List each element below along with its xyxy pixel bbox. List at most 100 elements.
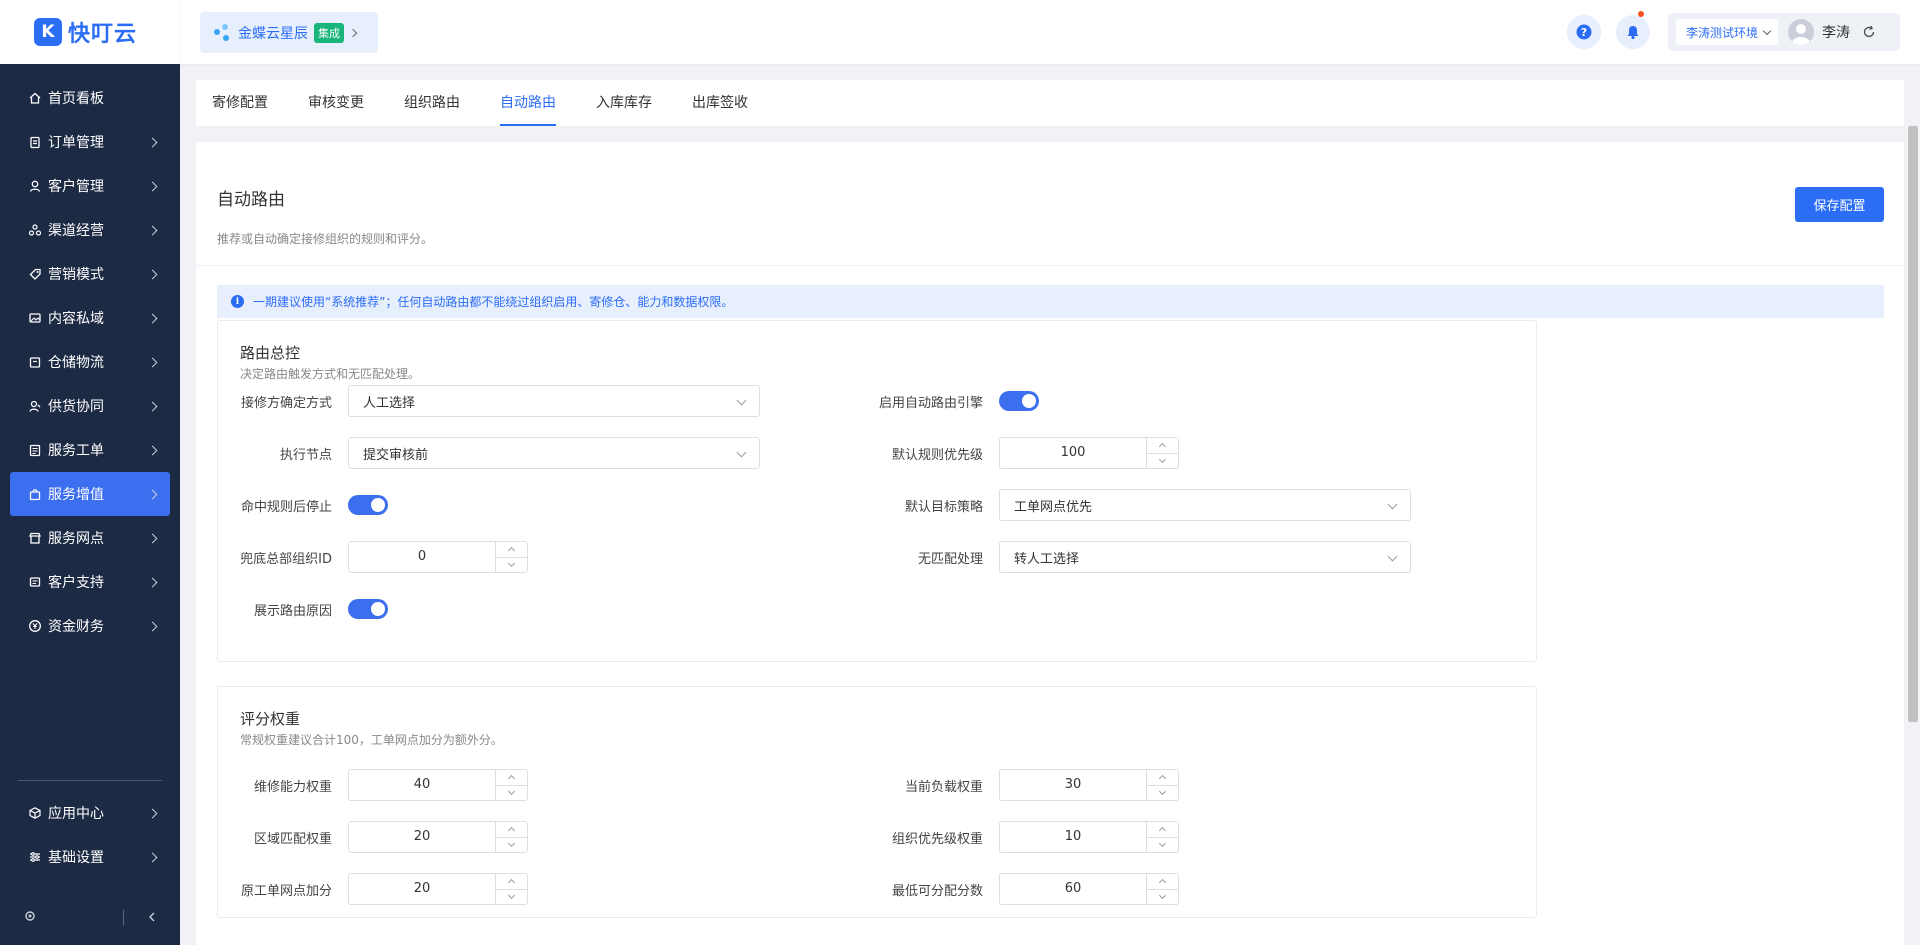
chevron-right-icon [147,269,158,279]
increment-button[interactable] [1147,822,1178,837]
page-description: 推荐或自动确定接修组织的规则和评分。 [217,232,434,246]
save-config-button[interactable]: 保存配置 [1795,187,1884,222]
sidebar-item-label: 基础设置 [48,850,104,866]
page-scrollbar[interactable] [1906,126,1920,722]
show-reason-toggle[interactable] [348,599,388,619]
sidebar-bottom-nav: 应用中心 基础设置 [0,791,180,879]
stepper [1146,770,1178,800]
tab-5[interactable]: 出库签收 [692,80,748,126]
app-name: 金蝶云星辰 [238,25,308,42]
field-label: 最低可分配分数 [891,883,983,899]
decrement-button[interactable] [496,888,527,905]
default-target-row: 默认目标策略 工单网点优先 [869,489,1411,521]
field-label: 无匹配处理 [917,551,983,567]
field-label: 默认规则优先级 [891,447,983,463]
tab-4[interactable]: 入库库存 [596,80,652,126]
input-value: 30 [1064,777,1082,792]
increment-button[interactable] [496,770,527,785]
sidebar-item-supplier[interactable]: 供货协同 [10,384,170,428]
org-priority-weight-input[interactable]: 10 [999,821,1179,853]
chevron-right-icon [147,357,158,367]
tab-3[interactable]: 自动路由 [500,80,556,126]
increment-button[interactable] [496,822,527,837]
logo[interactable]: K 快叮云 [0,0,180,64]
default-priority-input[interactable]: 100 [999,437,1179,469]
chevron-down-icon [1762,26,1772,35]
tab-2[interactable]: 组织路由 [404,80,460,126]
sidebar-item-label: 应用中心 [48,806,104,822]
increment-button[interactable] [496,874,527,889]
repairer-mode-select[interactable]: 人工选择 [348,385,760,417]
scrollbar-thumb[interactable] [1908,126,1918,722]
sidebar-item-settings[interactable]: 基础设置 [10,835,170,879]
region-weight-input[interactable]: 20 [348,821,528,853]
field-label: 原工单网点加分 [240,883,332,899]
app-switcher[interactable]: 金蝶云星辰 集成 [200,12,378,53]
decrement-button[interactable] [1147,452,1178,469]
decrement-button[interactable] [496,556,527,573]
help-button[interactable]: ? [1567,15,1601,49]
capability-weight-input[interactable]: 40 [348,769,528,801]
sidebar-item-support[interactable]: 客户支持 [10,560,170,604]
user-name[interactable]: 李涛 [1822,22,1850,42]
tab-0[interactable]: 寄修配置 [212,80,268,126]
increment-button[interactable] [1147,874,1178,889]
settings-icon [28,850,42,864]
sidebar-item-store[interactable]: 服务网点 [10,516,170,560]
env-select[interactable]: 李涛测试环境 [1676,19,1779,45]
load-weight-input[interactable]: 30 [999,769,1179,801]
sidebar-item-label: 服务增值 [48,487,104,503]
sidebar-item-workorder[interactable]: 服务工单 [10,428,170,472]
fallback-org-row: 兜底总部组织ID 0 [218,541,528,573]
decrement-button[interactable] [496,836,527,853]
no-match-select[interactable]: 转人工选择 [999,541,1411,573]
increment-button[interactable] [496,542,527,557]
chevron-down-icon [1387,551,1398,562]
decrement-button[interactable] [1147,784,1178,801]
avatar[interactable] [1788,19,1815,45]
routing-panel: 路由总控 决定路由触发方式和无匹配处理。 接修方确定方式 人工选择 执行节点 提… [217,320,1537,662]
sidebar-item-bag[interactable]: 服务增值 [10,472,170,516]
sidebar-item-channel[interactable]: 渠道经营 [10,208,170,252]
sidebar-item-image[interactable]: 内容私域 [10,296,170,340]
main-content: 自动路由 推荐或自动确定接修组织的规则和评分。 保存配置 i 一期建议使用“系统… [196,142,1904,945]
sidebar-item-yen[interactable]: 资金财务 [10,604,170,648]
sidebar-divider [18,780,162,781]
default-target-select[interactable]: 工单网点优先 [999,489,1411,521]
refresh-icon[interactable] [1862,25,1876,39]
decrement-button[interactable] [1147,888,1178,905]
input-value: 60 [1064,881,1082,896]
chevron-right-icon [147,852,158,862]
exec-node-row: 执行节点 提交审核前 [218,437,760,469]
sidebar-item-label: 客户支持 [48,575,104,591]
exec-node-select[interactable]: 提交审核前 [348,437,760,469]
input-value: 20 [413,881,431,896]
decrement-button[interactable] [496,784,527,801]
default-priority-row: 默认规则优先级 100 [869,437,1179,469]
gear-icon[interactable] [24,910,36,926]
sidebar-footer [0,891,180,945]
origin-bonus-input[interactable]: 20 [348,873,528,905]
sidebar-item-home[interactable]: 首页看板 [10,76,170,120]
tab-1[interactable]: 审核变更 [308,80,364,126]
sidebar-item-clipboard[interactable]: 订单管理 [10,120,170,164]
sidebar-item-tag[interactable]: 营销模式 [10,252,170,296]
decrement-button[interactable] [1147,836,1178,853]
collapse-sidebar-icon[interactable] [148,911,156,926]
fallback-org-input[interactable]: 0 [348,541,528,573]
input-value: 10 [1064,829,1082,844]
enable-engine-toggle[interactable] [999,391,1039,411]
stop-on-hit-toggle[interactable] [348,495,388,515]
field-label: 维修能力权重 [253,779,332,795]
increment-button[interactable] [1147,438,1178,453]
app-dots-icon [214,23,232,42]
sidebar-item-box[interactable]: 仓储物流 [10,340,170,384]
increment-button[interactable] [1147,770,1178,785]
input-value: 0 [417,549,427,564]
notification-button[interactable] [1616,11,1650,49]
chevron-right-icon [147,225,158,235]
workorder-icon [28,443,42,457]
sidebar-item-cube[interactable]: 应用中心 [10,791,170,835]
min-score-input[interactable]: 60 [999,873,1179,905]
sidebar-item-user[interactable]: 客户管理 [10,164,170,208]
